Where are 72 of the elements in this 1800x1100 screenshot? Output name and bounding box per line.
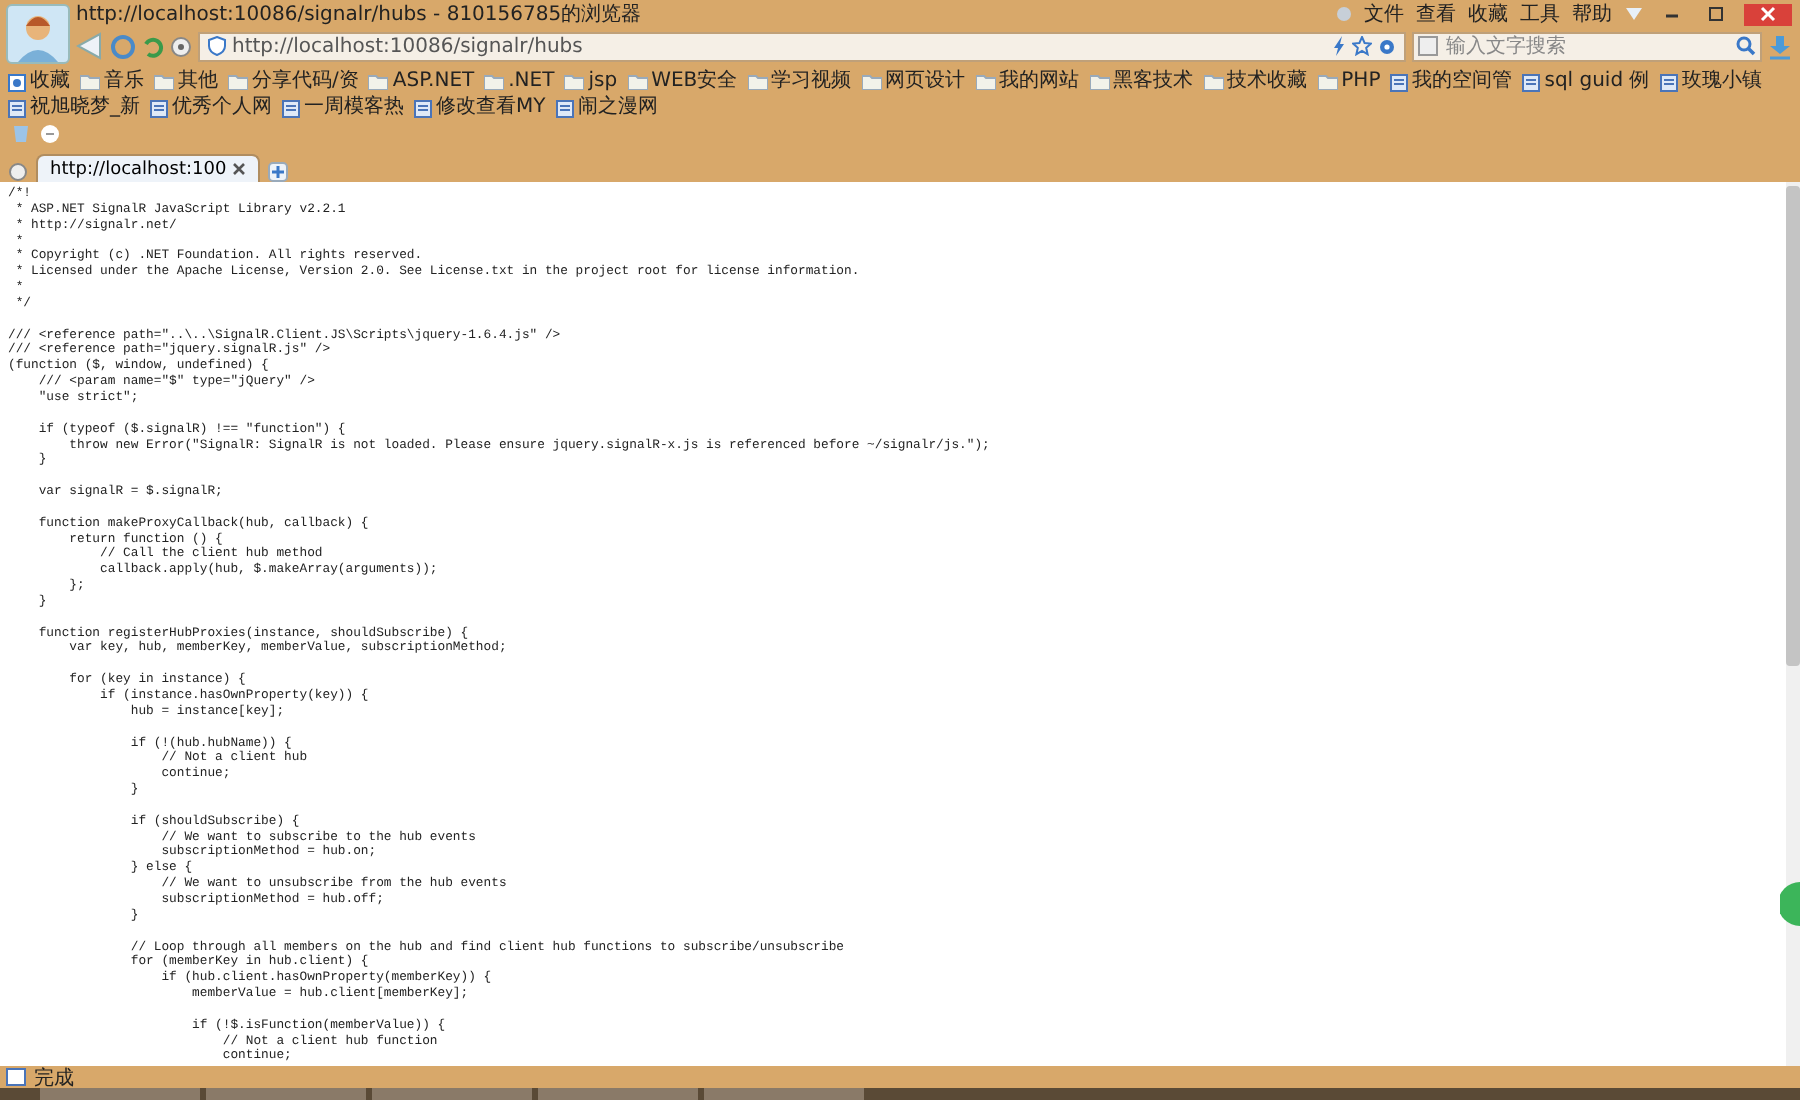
folder-icon (747, 74, 768, 90)
folder-icon (80, 74, 100, 90)
folder-icon (228, 74, 248, 90)
menu-item[interactable]: 文件 (1364, 0, 1404, 28)
bookmark-item[interactable]: 收藏 (8, 70, 70, 94)
bookmark-item[interactable]: WEB安全 (627, 70, 738, 94)
bookmark-item[interactable]: 其他 (154, 70, 218, 94)
browser-tab[interactable]: http://localhost:100 (36, 154, 261, 182)
folder-icon (1317, 74, 1338, 90)
close-button[interactable] (1744, 3, 1792, 25)
bookmark-item[interactable]: 我的网站 (975, 70, 1080, 94)
folder-icon (564, 74, 585, 90)
bookmark-item[interactable]: 我的空间管 (1390, 70, 1513, 94)
window-title: http://localhost:10086/signalr/hubs - 810156785的浏览器 (76, 1, 644, 28)
search-engine-icon (1418, 36, 1438, 56)
folder-icon (154, 74, 174, 90)
bookmark-item[interactable]: 优秀个人网 (150, 96, 272, 120)
folder-icon (975, 74, 996, 90)
star-icon[interactable] (1352, 36, 1372, 56)
page-icon (150, 99, 168, 117)
bookmark-item[interactable]: 一周模客热 (282, 96, 404, 120)
folder-icon (1089, 74, 1110, 90)
page-icon (555, 99, 574, 117)
status-text: 完成 (34, 1065, 74, 1091)
avatar-icon[interactable] (6, 4, 70, 64)
dropdown-icon[interactable] (1624, 6, 1644, 22)
folder-icon (368, 74, 389, 90)
side-widget-icon[interactable] (1780, 882, 1800, 926)
menu-item[interactable]: 工具 (1520, 0, 1560, 28)
page-icon (1522, 73, 1541, 91)
page-icon (282, 99, 300, 117)
page-icon (414, 99, 432, 117)
shield-icon (208, 36, 226, 56)
bookmark-item[interactable]: 分享代码/资 (228, 70, 359, 94)
bookmark-item[interactable]: sql guid 例 (1522, 70, 1650, 94)
home-icon[interactable] (8, 162, 28, 182)
new-tab-icon[interactable] (268, 162, 289, 182)
page-icon (1390, 73, 1409, 91)
chat-icon[interactable] (40, 124, 60, 144)
bookmark-item[interactable]: 祝旭晓梦_新 (8, 96, 140, 120)
bookmark-item[interactable]: 学习视频 (747, 70, 852, 94)
page-icon (1659, 73, 1678, 91)
menu-item[interactable]: 查看 (1416, 0, 1456, 28)
favorites-icon (8, 73, 26, 91)
search-icon[interactable] (1736, 36, 1756, 56)
scrollbar[interactable] (1786, 182, 1800, 1066)
bookmark-item[interactable]: 黑客技术 (1089, 70, 1194, 94)
bookmark-item[interactable]: .NET (484, 70, 555, 94)
folder-icon (861, 74, 882, 90)
bookmark-item[interactable]: ASP.NET (368, 70, 475, 94)
bookmark-item[interactable]: 玫瑰小镇 (1659, 70, 1762, 94)
menu-item[interactable]: 帮助 (1572, 0, 1612, 28)
folder-icon (484, 74, 505, 90)
bookmark-item[interactable]: 网页设计 (861, 70, 966, 94)
bookmark-item[interactable]: 技术收藏 (1203, 70, 1308, 94)
back-icon[interactable] (76, 32, 104, 60)
menu-item[interactable]: 收藏 (1468, 0, 1508, 28)
bookmark-item[interactable]: 音乐 (80, 70, 144, 94)
folder-icon (1203, 74, 1224, 90)
close-icon[interactable] (232, 162, 247, 176)
bookmark-item[interactable]: 修改查看MY (414, 96, 546, 120)
bookmark-item[interactable]: PHP (1317, 70, 1381, 94)
folder-icon (627, 74, 648, 90)
bookmark-item[interactable]: 闹之漫网 (555, 96, 658, 120)
maximize-icon (1708, 6, 1724, 22)
lightning-icon[interactable] (1332, 36, 1346, 56)
stop-icon[interactable] (170, 35, 192, 57)
bookmark-item[interactable]: jsp (564, 70, 618, 94)
search-field[interactable]: 输入文字搜索 (1412, 31, 1762, 61)
close-icon (1760, 6, 1776, 22)
page-icon (8, 99, 26, 117)
address-bar[interactable]: http://localhost:10086/signalr/hubs (198, 31, 1406, 61)
